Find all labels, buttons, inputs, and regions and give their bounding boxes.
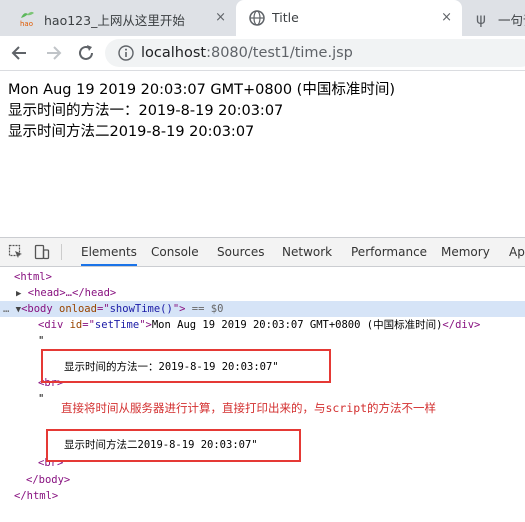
browser-tab-strip: hao hao123_上网从这里开始 × Title × ψ 一句话	[0, 0, 525, 36]
url-text[interactable]: localhost:8080/test1/time.jsp	[141, 45, 353, 61]
info-icon[interactable]	[118, 45, 134, 61]
url-host: localhost	[141, 45, 207, 61]
tab-label: 一句话	[498, 13, 525, 28]
url-path: :8080/test1/time.jsp	[206, 45, 353, 61]
date-line: Mon Aug 19 2019 20:03:07 GMT+0800 (中国标准时…	[8, 82, 395, 98]
hao123-favicon-icon: hao	[20, 11, 34, 27]
forward-arrow-icon[interactable]	[42, 42, 64, 64]
tree-node-body[interactable]: … ▼<body onload="showTime()"> == $0	[3, 301, 223, 318]
tab-title[interactable]: Title ×	[236, 0, 462, 36]
time-method-one-line: 显示时间的方法一：2019-8-19 20:03:07	[8, 103, 284, 119]
address-bar[interactable]: localhost:8080/test1/time.jsp	[105, 39, 525, 67]
devtools-panel: Elements Console Sources Network Perform…	[0, 237, 525, 522]
tab-performance[interactable]: Performance	[351, 238, 427, 266]
tree-node-html-end[interactable]: </html>	[14, 488, 58, 504]
reload-icon[interactable]	[75, 42, 97, 64]
device-toolbar-icon[interactable]	[34, 244, 50, 260]
annotation-note: 直接将时间从服务器进行计算，直接打印出来的，与script的方法不一样	[61, 401, 437, 415]
tab-hao123[interactable]: hao hao123_上网从这里开始 ×	[0, 0, 236, 36]
svg-text:ψ: ψ	[476, 10, 486, 27]
tab-elements[interactable]: Elements	[81, 238, 137, 266]
back-arrow-icon[interactable]	[9, 42, 31, 64]
tree-node-div-settime[interactable]: <div id="setTime">Mon Aug 19 2019 20:03:…	[38, 317, 480, 333]
tab-sources[interactable]: Sources	[217, 238, 264, 266]
globe-icon	[249, 10, 265, 26]
tab-network[interactable]: Network	[282, 238, 332, 266]
tree-node-head[interactable]: ▶ <head>…</head>	[16, 285, 116, 302]
text-node-quote[interactable]: "	[38, 333, 44, 349]
expand-triangle-icon[interactable]: ▶	[16, 289, 21, 299]
browser-toolbar: localhost:8080/test1/time.jsp	[0, 36, 525, 71]
tab-label: Title	[272, 10, 299, 25]
tab-label: hao123_上网从这里开始	[44, 13, 185, 28]
svg-text:hao: hao	[20, 20, 33, 27]
annotation-box-method-one	[41, 349, 331, 383]
page-content: Mon Aug 19 2019 20:03:07 GMT+0800 (中国标准时…	[8, 80, 395, 143]
tree-node-html[interactable]: <html>	[14, 269, 52, 285]
tab-memory[interactable]: Memory	[441, 238, 490, 266]
tab-third[interactable]: ψ 一句话	[462, 0, 525, 36]
site-favicon-icon: ψ	[476, 10, 486, 27]
tree-node-body-end[interactable]: </body>	[26, 472, 70, 488]
inspect-element-icon[interactable]	[8, 244, 24, 260]
time-method-two-line: 显示时间方法二2019-8-19 20:03:07	[8, 124, 255, 140]
toolbar-divider	[61, 244, 62, 260]
close-tab-icon[interactable]: ×	[215, 10, 226, 25]
devtools-tab-bar: Elements Console Sources Network Perform…	[0, 238, 525, 267]
annotation-box-method-two	[46, 429, 301, 462]
close-tab-icon[interactable]: ×	[441, 10, 452, 25]
tab-console[interactable]: Console	[151, 238, 199, 266]
tab-application[interactable]: Ap	[509, 238, 525, 266]
text-node-quote[interactable]: "	[38, 391, 44, 407]
